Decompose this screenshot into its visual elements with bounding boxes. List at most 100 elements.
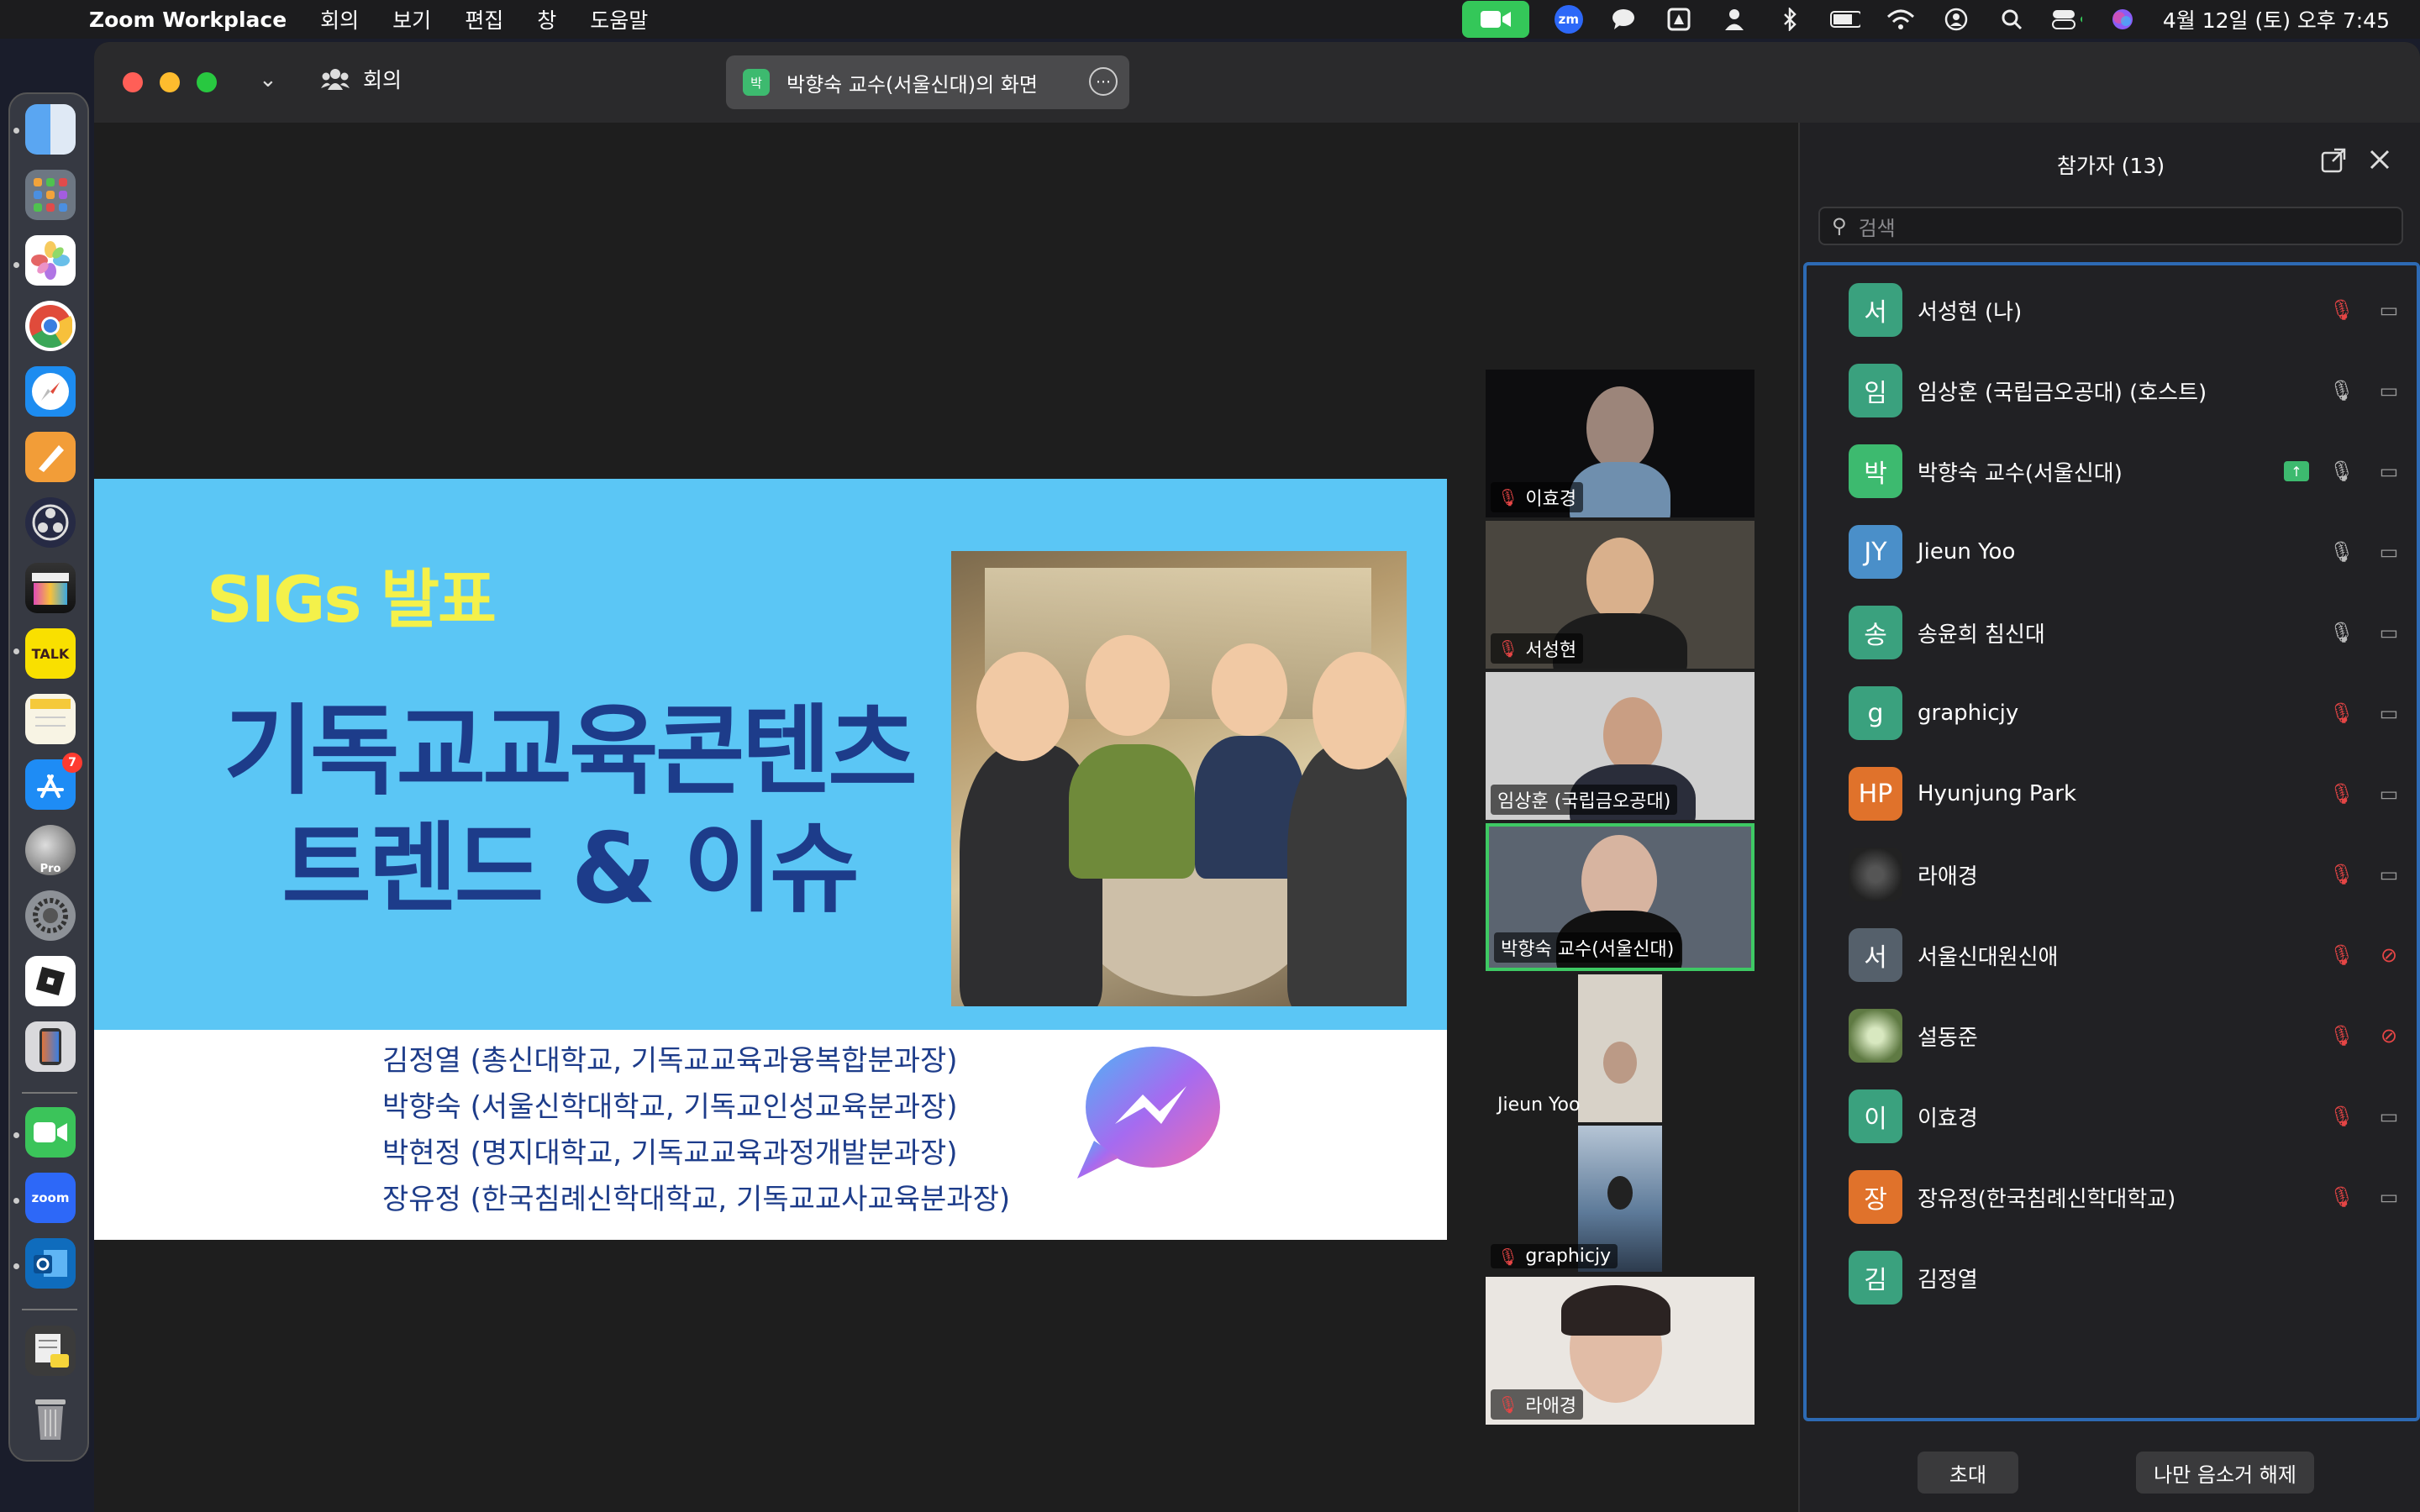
participant-row[interactable]: 임 임상훈 (국립금오공대) (호스트) 🎙 ▭ bbox=[1849, 361, 2403, 420]
mic-muted-icon[interactable]: 🎙 bbox=[2328, 701, 2356, 725]
screen-share-indicator[interactable]: 박 박향숙 교수(서울신대)의 화면 ⋯ bbox=[726, 55, 1129, 109]
video-tile[interactable]: 🎙 서성현 bbox=[1486, 521, 1754, 669]
participant-row[interactable]: 라애경 🎙 ▭ bbox=[1849, 845, 2403, 904]
launchpad-icon[interactable] bbox=[25, 170, 76, 220]
participant-row[interactable]: JY Jieun Yoo 🎙 ▭ bbox=[1849, 522, 2403, 581]
bluetooth-icon[interactable] bbox=[1775, 8, 1805, 31]
participant-row[interactable]: 설동준 🎙 ⊘ bbox=[1849, 1006, 2403, 1065]
participant-row[interactable]: 서 서울신대원신애 🎙 ⊘ bbox=[1849, 926, 2403, 984]
camera-blocked-icon[interactable]: ⊘ bbox=[2375, 1024, 2403, 1047]
control-center-icon[interactable] bbox=[2051, 8, 2082, 31]
camera-off-icon[interactable]: ▭ bbox=[2375, 782, 2403, 806]
zoom-camera-icon[interactable] bbox=[1461, 1, 1529, 38]
meeting-menu[interactable]: 회의 bbox=[321, 64, 402, 94]
finder-icon[interactable] bbox=[25, 104, 76, 155]
siri-icon[interactable] bbox=[2107, 8, 2138, 31]
participant-row[interactable]: 박 박향숙 교수(서울신대) ↑ 🎙 ▭ bbox=[1849, 442, 2403, 501]
video-tile-active-speaker[interactable]: 박향숙 교수(서울신대) bbox=[1486, 823, 1754, 971]
final-cut-icon[interactable] bbox=[25, 563, 76, 613]
zoom-app-icon[interactable]: zm bbox=[1554, 5, 1583, 34]
mic-muted-icon[interactable]: 🎙 bbox=[2328, 782, 2356, 806]
mic-muted-icon[interactable]: 🎙 bbox=[2328, 1024, 2356, 1047]
menu-view[interactable]: 보기 bbox=[392, 4, 431, 34]
mic-muted-icon[interactable]: 🎙 bbox=[2328, 863, 2356, 886]
camera-off-icon[interactable]: ▭ bbox=[2375, 1105, 2403, 1128]
mic-icon[interactable]: 🎙 bbox=[2328, 540, 2356, 564]
camera-off-icon[interactable]: ▭ bbox=[2375, 459, 2403, 483]
mic-muted-icon[interactable]: 🎙 bbox=[2328, 1185, 2356, 1209]
photos-icon[interactable] bbox=[25, 235, 76, 286]
camera-off-icon[interactable]: ▭ bbox=[2375, 298, 2403, 322]
notes-icon[interactable] bbox=[25, 694, 76, 744]
pop-out-icon[interactable] bbox=[2321, 148, 2346, 180]
safari-icon[interactable] bbox=[25, 366, 76, 417]
video-tile[interactable]: 임상훈 (국립금오공대) bbox=[1486, 672, 1754, 820]
menu-clock[interactable]: 4월 12일 (토) 오후 7:45 bbox=[2163, 4, 2390, 34]
app-store-icon[interactable]: 7 bbox=[25, 753, 82, 810]
minimize-window-button[interactable] bbox=[160, 72, 180, 92]
menu-window[interactable]: 창 bbox=[537, 4, 556, 34]
logic-pro-icon[interactable]: Pro bbox=[25, 825, 76, 875]
camera-off-icon[interactable]: ▭ bbox=[2375, 701, 2403, 725]
messages-icon[interactable] bbox=[1608, 8, 1639, 31]
participant-row[interactable]: HP Hyunjung Park 🎙 ▭ bbox=[1849, 764, 2403, 823]
user-icon[interactable] bbox=[1719, 8, 1749, 31]
menu-edit[interactable]: 편집 bbox=[465, 4, 503, 34]
trash-icon[interactable] bbox=[25, 1393, 76, 1443]
video-tile[interactable]: 🎙 라애경 bbox=[1486, 1277, 1754, 1425]
outlook-icon[interactable] bbox=[25, 1238, 76, 1289]
participant-row[interactable]: 이 이효경 🎙 ▭ bbox=[1849, 1087, 2403, 1146]
participant-name: 김정열 bbox=[1918, 1267, 1978, 1293]
participants-search-input[interactable]: ⚲ 검색 bbox=[1818, 207, 2403, 245]
obs-icon[interactable] bbox=[25, 497, 76, 548]
invite-button[interactable]: 초대 bbox=[1918, 1452, 2018, 1494]
video-tile[interactable]: 🎙 graphicjy bbox=[1486, 1126, 1754, 1273]
camera-off-icon[interactable]: ▭ bbox=[2375, 379, 2403, 402]
pages-icon[interactable] bbox=[25, 432, 76, 482]
video-tile[interactable]: 🎙 이효경 bbox=[1486, 370, 1754, 517]
close-icon[interactable] bbox=[2368, 148, 2391, 178]
mic-muted-icon[interactable]: 🎙 bbox=[2328, 1105, 2356, 1128]
upload-icon[interactable] bbox=[1664, 8, 1694, 31]
wifi-icon[interactable] bbox=[1886, 8, 1916, 31]
camera-off-icon[interactable]: ▭ bbox=[2375, 1185, 2403, 1209]
mic-icon[interactable]: 🎙 bbox=[2328, 379, 2356, 402]
menu-help[interactable]: 도움말 bbox=[590, 4, 648, 34]
mic-icon[interactable]: 🎙 bbox=[2328, 459, 2356, 483]
simulator-icon[interactable] bbox=[25, 1021, 76, 1072]
participant-row[interactable]: 서 서성현 (나) 🎙 ▭ bbox=[1849, 281, 2403, 339]
menu-meeting[interactable]: 회의 bbox=[320, 4, 359, 34]
menu-app-name[interactable]: Zoom Workplace bbox=[89, 8, 287, 32]
system-settings-icon[interactable] bbox=[25, 890, 76, 941]
camera-off-icon[interactable]: ▭ bbox=[2375, 540, 2403, 564]
camera-blocked-icon[interactable]: ⊘ bbox=[2375, 943, 2403, 967]
participant-row[interactable]: 송 송윤희 침신대 🎙 ▭ bbox=[1849, 603, 2403, 662]
participant-row[interactable]: 장 장유정(한국침례신학대학교) 🎙 ▭ bbox=[1849, 1168, 2403, 1226]
more-options-icon[interactable]: ⋯ bbox=[1089, 67, 1118, 96]
chrome-icon[interactable] bbox=[25, 301, 76, 351]
mic-muted-icon: 🎙 bbox=[1497, 1394, 1519, 1415]
dock-running-dot bbox=[13, 128, 19, 134]
close-window-button[interactable] bbox=[123, 72, 143, 92]
participant-row[interactable]: 김 김정열 bbox=[1849, 1248, 2403, 1307]
chevron-down-icon[interactable]: ⌄ bbox=[259, 67, 277, 92]
zoom-dock-icon[interactable]: zoom bbox=[25, 1173, 76, 1223]
kakaotalk-icon[interactable]: TALK bbox=[25, 628, 76, 679]
facetime-icon[interactable] bbox=[25, 1107, 76, 1158]
video-tile[interactable]: Jieun Yoo bbox=[1486, 974, 1754, 1122]
unmute-self-button[interactable]: 나만 음소거 해제 bbox=[2136, 1452, 2314, 1494]
camera-off-icon[interactable]: ▭ bbox=[2375, 863, 2403, 886]
mic-icon[interactable]: 🎙 bbox=[2328, 621, 2356, 644]
search-icon[interactable] bbox=[1996, 8, 2027, 31]
participant-row[interactable]: g graphicjy 🎙 ▭ bbox=[1849, 684, 2403, 743]
roblox-icon[interactable] bbox=[25, 956, 76, 1006]
camera-off-icon[interactable]: ▭ bbox=[2375, 621, 2403, 644]
zoom-window-button[interactable] bbox=[197, 72, 217, 92]
mic-muted-icon[interactable]: 🎙 bbox=[2328, 943, 2356, 967]
document-icon[interactable] bbox=[25, 1326, 76, 1376]
participant-name: Hyunjung Park bbox=[1918, 781, 2077, 806]
avatar-photo bbox=[1849, 1009, 1902, 1063]
mic-muted-icon[interactable]: 🎙 bbox=[2328, 298, 2356, 322]
battery-icon[interactable] bbox=[1829, 8, 1860, 31]
account-icon[interactable] bbox=[1941, 8, 1971, 31]
